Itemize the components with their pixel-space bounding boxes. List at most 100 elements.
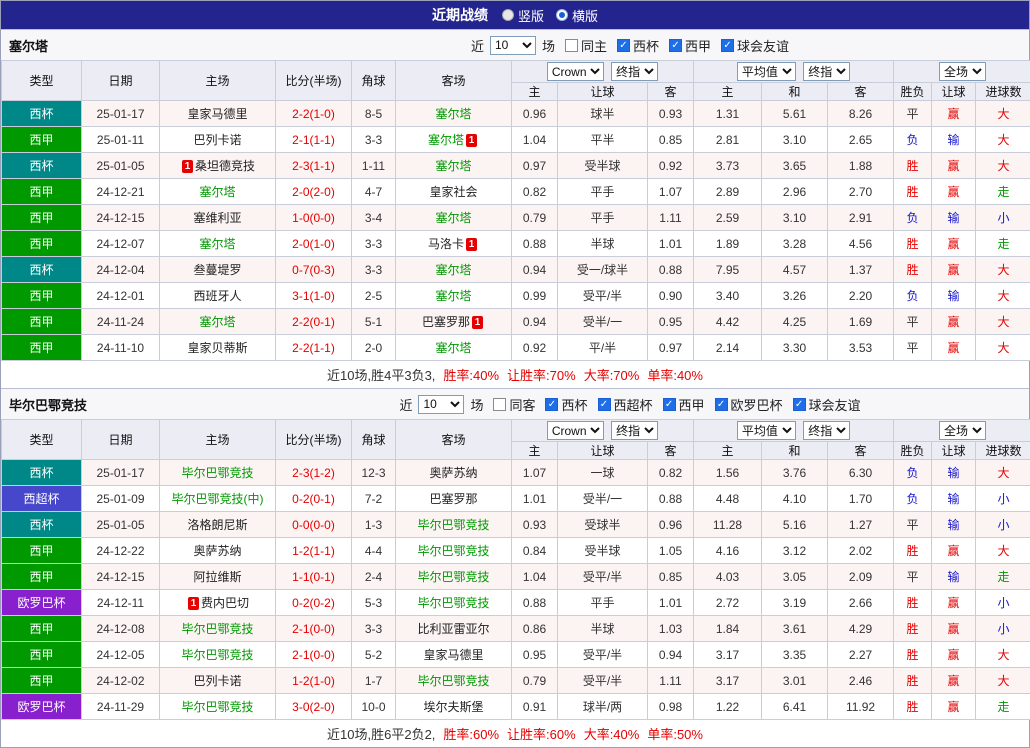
average-select[interactable]: 平均值	[737, 62, 796, 81]
filter-checkbox-西超杯[interactable]: ✓西超杯	[598, 395, 653, 414]
team-link[interactable]: 塞尔塔	[199, 315, 235, 329]
team-link[interactable]: 埃尔夫斯堡	[423, 700, 483, 714]
filter-checkbox-球会友谊[interactable]: ✓球会友谊	[721, 36, 789, 55]
home-team: 塞尔塔	[160, 231, 276, 257]
team-link[interactable]: 奥萨苏纳	[193, 544, 241, 558]
checkbox-checked-icon[interactable]: ✓	[598, 398, 611, 411]
team-link[interactable]: 塞尔塔	[435, 211, 471, 225]
average-select[interactable]: 平均值	[737, 421, 796, 440]
team-link[interactable]: 奥萨苏纳	[429, 466, 477, 480]
checkbox-unchecked-icon[interactable]	[493, 398, 506, 411]
view-option-selected[interactable]: 横版	[556, 6, 598, 25]
team-link[interactable]: 毕尔巴鄂竞技	[417, 570, 489, 584]
checkbox-checked-icon[interactable]: ✓	[793, 398, 806, 411]
score-halftime: 1-0(0-0)	[276, 205, 352, 231]
team-link[interactable]: 桑坦德竞技	[195, 159, 255, 173]
result-handicap: 赢	[932, 694, 976, 720]
scope-select[interactable]: 全场	[939, 62, 986, 81]
summary-stat: 近10场,胜4平3负3,	[327, 365, 435, 384]
checkbox-unchecked-icon[interactable]	[565, 39, 578, 52]
view-option-unselected[interactable]: 竖版	[502, 6, 544, 25]
filter-checkbox-同主[interactable]: 同主	[565, 36, 607, 55]
team-link[interactable]: 塞尔塔	[435, 263, 471, 277]
match-count-select[interactable]: 10	[490, 36, 536, 55]
checkbox-checked-icon[interactable]: ✓	[721, 39, 734, 52]
team-link[interactable]: 塞尔塔	[435, 289, 471, 303]
team-link[interactable]: 毕尔巴鄂竞技	[417, 544, 489, 558]
score-halftime: 2-2(1-1)	[276, 335, 352, 361]
team-link[interactable]: 叁蔓堤罗	[193, 263, 241, 277]
summary-row: 近10场,胜4平3负3,胜率:40%让胜率:70%大率:70%单率:40%	[1, 361, 1029, 388]
team-link[interactable]: 塞维利亚	[193, 211, 241, 225]
team-link[interactable]: 毕尔巴鄂竞技	[181, 648, 253, 662]
team-link[interactable]: 塞尔塔	[199, 185, 235, 199]
away-team: 毕尔巴鄂竞技	[396, 668, 512, 694]
filter-checkbox-西杯[interactable]: ✓西杯	[545, 395, 587, 414]
avg-home-odds: 1.89	[694, 231, 762, 257]
col-corner: 角球	[352, 61, 396, 101]
team-link[interactable]: 巴列卡诺	[193, 133, 241, 147]
filter-checkbox-同客[interactable]: 同客	[493, 395, 535, 414]
checkbox-checked-icon[interactable]: ✓	[545, 398, 558, 411]
avg-away-odds: 6.30	[828, 460, 894, 486]
handicap-away-odds: 1.11	[648, 205, 694, 231]
filter-checkbox-label: 西甲	[679, 395, 705, 414]
team-link[interactable]: 塞尔塔	[435, 341, 471, 355]
checkbox-checked-icon[interactable]: ✓	[715, 398, 728, 411]
radio-icon[interactable]	[556, 9, 568, 21]
team-link[interactable]: 皇家社会	[429, 185, 477, 199]
filter-checkbox-西杯[interactable]: ✓西杯	[617, 36, 659, 55]
team-link[interactable]: 毕尔巴鄂竞技	[417, 596, 489, 610]
team-link[interactable]: 阿拉维斯	[193, 570, 241, 584]
match-date: 24-12-21	[82, 179, 160, 205]
odds-stage-select-2[interactable]: 终指	[803, 62, 850, 81]
team-link[interactable]: 皇家马德里	[423, 648, 483, 662]
bookmaker-select[interactable]: Crown	[547, 62, 604, 81]
odds-stage-select-1[interactable]: 终指	[611, 62, 658, 81]
team-link[interactable]: 塞尔塔	[435, 159, 471, 173]
team-link[interactable]: 塞尔塔	[428, 133, 464, 147]
view-option-label: 竖版	[518, 6, 544, 25]
team-link[interactable]: 皇家马德里	[187, 107, 247, 121]
team-link[interactable]: 马洛卡	[428, 237, 464, 251]
team-link[interactable]: 毕尔巴鄂竞技	[181, 466, 253, 480]
team-link[interactable]: 皇家贝蒂斯	[187, 341, 247, 355]
team-link[interactable]: 巴塞罗那	[422, 315, 470, 329]
checkbox-checked-icon[interactable]: ✓	[669, 39, 682, 52]
team-link[interactable]: 毕尔巴鄂竞技(中)	[172, 492, 264, 506]
team-link[interactable]: 巴列卡诺	[193, 674, 241, 688]
team-link[interactable]: 毕尔巴鄂竞技	[417, 674, 489, 688]
handicap-line: 平手	[558, 205, 648, 231]
home-team: 塞尔塔	[160, 309, 276, 335]
team-link[interactable]: 塞尔塔	[435, 107, 471, 121]
team-link[interactable]: 巴塞罗那	[429, 492, 477, 506]
view-option-label: 横版	[572, 6, 598, 25]
home-team: 塞维利亚	[160, 205, 276, 231]
odds-stage-select-2[interactable]: 终指	[803, 421, 850, 440]
filter-checkbox-西甲[interactable]: ✓西甲	[669, 36, 711, 55]
home-team: 阿拉维斯	[160, 564, 276, 590]
odds-stage-select-1[interactable]: 终指	[611, 421, 658, 440]
checkbox-checked-icon[interactable]: ✓	[617, 39, 630, 52]
team-link[interactable]: 洛格朗尼斯	[187, 518, 247, 532]
team-link[interactable]: 费内巴切	[201, 596, 249, 610]
bookmaker-select[interactable]: Crown	[547, 421, 604, 440]
result-goals: 小	[976, 512, 1030, 538]
team-link[interactable]: 比利亚雷亚尔	[417, 622, 489, 636]
team-link[interactable]: 塞尔塔	[199, 237, 235, 251]
team-link[interactable]: 毕尔巴鄂竞技	[181, 700, 253, 714]
team-link[interactable]: 西班牙人	[193, 289, 241, 303]
team-link[interactable]: 毕尔巴鄂竞技	[181, 622, 253, 636]
scope-select[interactable]: 全场	[939, 421, 986, 440]
radio-icon[interactable]	[502, 9, 514, 21]
team-link[interactable]: 毕尔巴鄂竞技	[417, 518, 489, 532]
avg-away-odds: 2.46	[828, 668, 894, 694]
result-goals: 大	[976, 642, 1030, 668]
filter-checkbox-西甲[interactable]: ✓西甲	[663, 395, 705, 414]
match-count-select[interactable]: 10	[418, 395, 464, 414]
filter-checkbox-label: 西杯	[561, 395, 587, 414]
checkbox-checked-icon[interactable]: ✓	[663, 398, 676, 411]
corner-count: 5-2	[352, 642, 396, 668]
filter-checkbox-球会友谊[interactable]: ✓球会友谊	[793, 395, 861, 414]
filter-checkbox-欧罗巴杯[interactable]: ✓欧罗巴杯	[715, 395, 783, 414]
